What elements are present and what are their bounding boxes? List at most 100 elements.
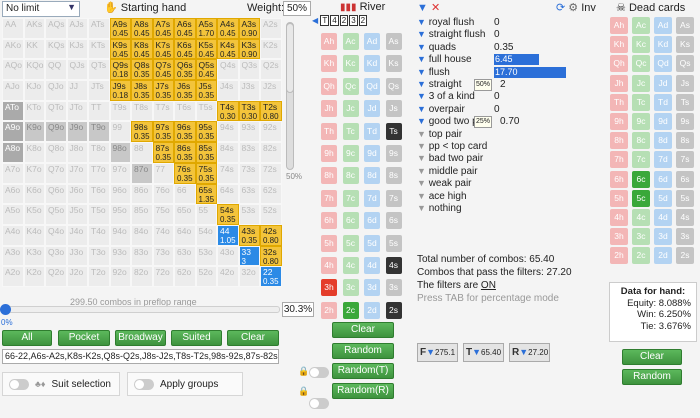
hand-cell-86o[interactable]: 86o [131, 183, 153, 205]
dead-card-2d[interactable]: 2d [654, 247, 672, 265]
hand-cell-82o[interactable]: 82o [131, 266, 153, 287]
range-percent-input[interactable]: 30.3% [282, 302, 314, 317]
hand-cell-42s[interactable]: 42s 0.80 [260, 224, 282, 246]
dead-card-5h[interactable]: 5h [610, 189, 628, 207]
hand-cell-t4s[interactable]: T4s 0.30 [217, 100, 239, 122]
board-card-js[interactable]: Js [385, 100, 402, 118]
hand-cell-t8s[interactable]: T8s [131, 100, 153, 122]
hand-cell-j7s[interactable]: J7s 0.35 [152, 80, 174, 101]
hand-cell-76s[interactable]: 76s 0.35 [174, 162, 196, 184]
board-card-td[interactable]: Td [364, 122, 380, 140]
hand-cell-66[interactable]: 66 [174, 183, 196, 205]
hand-cell-a2o[interactable]: A2o [2, 266, 24, 287]
dead-card-4c[interactable]: 4c [632, 209, 650, 226]
board-card-4h[interactable]: 4h [321, 257, 337, 274]
hand-cell-74s[interactable]: 74s [217, 162, 239, 184]
board-card-2s[interactable]: 2s [385, 301, 402, 319]
hand-cell-qjs[interactable]: QJs [66, 59, 88, 81]
hand-cell-a3o[interactable]: A3o [2, 245, 24, 267]
hand-cell-j3s[interactable]: J3s [238, 80, 260, 101]
dead-card-js[interactable]: Js [676, 74, 694, 92]
hand-cell-j5s[interactable]: J5s 0.35 [195, 80, 217, 101]
hand-cell-j9o[interactable]: J9o [66, 121, 88, 143]
board-card-jc[interactable]: Jc [342, 100, 359, 118]
hand-cell-96o[interactable]: 96o [109, 183, 131, 205]
hand-cell-kts[interactable]: KTs [88, 38, 110, 60]
board-card-3d[interactable]: 3d [364, 279, 380, 297]
dead-card-qc[interactable]: Qc [632, 55, 650, 73]
hand-cell-k8o[interactable]: K8o [23, 142, 45, 163]
hand-cell-k4o[interactable]: K4o [23, 224, 45, 246]
hand-cell-jts[interactable]: JTs [88, 80, 110, 101]
dead-card-7h[interactable]: 7h [610, 151, 628, 169]
hand-cell-94s[interactable]: 94s [217, 121, 239, 143]
dead-card-8c[interactable]: 8c [632, 132, 650, 150]
filter-row-nothing[interactable]: ▼ nothing [417, 203, 462, 215]
hand-cell-k5o[interactable]: K5o [23, 204, 45, 225]
hand-cell-jj[interactable]: JJ [66, 80, 88, 101]
hand-cell-t5o[interactable]: T5o [88, 204, 110, 225]
board-card-9s[interactable]: 9s [385, 145, 402, 162]
board-card-4d[interactable]: 4d [364, 257, 380, 274]
hand-cell-62s[interactable]: 62s [260, 183, 282, 205]
suit-selection-toggle[interactable] [9, 378, 29, 390]
game-type-select[interactable]: No limit ▼ [2, 1, 80, 17]
hand-cell-q7o[interactable]: Q7o [45, 162, 67, 184]
board-card-ah[interactable]: Ah [321, 33, 337, 50]
hand-cell-t6o[interactable]: T6o [88, 183, 110, 205]
hand-cell-a9s[interactable]: A9s 0.45 [109, 18, 131, 39]
board-card-6d[interactable]: 6d [364, 212, 380, 230]
hand-cell-ato[interactable]: ATo [2, 100, 24, 122]
filter-icon[interactable]: ▼ [417, 104, 426, 114]
hand-cell-tt[interactable]: TT [88, 100, 110, 122]
hand-cell-a3s[interactable]: A3s 0.90 [238, 18, 260, 39]
hand-cell-k3s[interactable]: K3s 0.90 [238, 38, 260, 60]
hand-cell-a8s[interactable]: A8s 0.45 [131, 18, 153, 39]
dead-card-9h[interactable]: 9h [610, 113, 628, 130]
filter-row-top-pair[interactable]: ▼ top pair [417, 129, 462, 141]
dead-card-tc[interactable]: Tc [632, 93, 650, 111]
hand-cell-k7s[interactable]: K7s 0.45 [152, 38, 174, 60]
hand-cell-t7o[interactable]: T7o [88, 162, 110, 184]
dead-clear-button[interactable]: Clear [622, 349, 682, 365]
hand-cell-77[interactable]: 77 [152, 162, 174, 184]
board-clear-button[interactable]: Clear [332, 322, 394, 338]
hand-cell-a4s[interactable]: A4s 0.45 [217, 18, 239, 39]
hand-cell-65s[interactable]: 65s 1.35 [195, 183, 217, 205]
filter-row-ace-high[interactable]: ▼ ace high [417, 191, 467, 203]
range-slider[interactable] [0, 304, 280, 315]
hand-cell-97o[interactable]: 97o [109, 162, 131, 184]
hand-cell-kto[interactable]: KTo [23, 100, 45, 122]
dead-card-4d[interactable]: 4d [654, 209, 672, 226]
random-t-toggle[interactable] [309, 367, 329, 378]
hand-cell-75o[interactable]: 75o [152, 204, 174, 225]
hand-cell-q6o[interactable]: Q6o [45, 183, 67, 205]
hand-cell-j6s[interactable]: J6s 0.35 [174, 80, 196, 101]
hand-cell-j8o[interactable]: J8o [66, 142, 88, 163]
dead-card-ah[interactable]: Ah [610, 17, 628, 34]
hand-cell-53o[interactable]: 53o [195, 245, 217, 267]
filter-icon[interactable]: ▼ [417, 116, 426, 126]
dead-card-2c[interactable]: 2c [632, 247, 650, 265]
hand-cell-t7s[interactable]: T7s [152, 100, 174, 122]
all-button[interactable]: All [2, 330, 52, 346]
dead-card-as[interactable]: As [676, 17, 694, 34]
dead-card-jc[interactable]: Jc [632, 74, 650, 92]
hand-cell-k9s[interactable]: K9s 0.45 [109, 38, 131, 60]
dead-card-ac[interactable]: Ac [632, 17, 650, 34]
hand-cell-a7s[interactable]: A7s 0.45 [152, 18, 174, 39]
dead-card-qh[interactable]: Qh [610, 55, 628, 73]
hand-cell-73s[interactable]: 73s [238, 162, 260, 184]
hand-cell-a4o[interactable]: A4o [2, 224, 24, 246]
hand-cell-q6s[interactable]: Q6s 0.35 [174, 59, 196, 81]
hand-cell-75s[interactable]: 75s 0.35 [195, 162, 217, 184]
dead-card-9d[interactable]: 9d [654, 113, 672, 130]
hand-cell-63s[interactable]: 63s [238, 183, 260, 205]
hand-cell-j5o[interactable]: J5o [66, 204, 88, 225]
hand-cell-k2s[interactable]: K2s [260, 38, 282, 60]
hand-cell-q8s[interactable]: Q8s 0.35 [131, 59, 153, 81]
board-card-5c[interactable]: 5c [342, 234, 359, 252]
board-card-8d[interactable]: 8d [364, 167, 380, 185]
hand-cell-kjs[interactable]: KJs [66, 38, 88, 60]
filter-row-middle-pair[interactable]: ▼ middle pair [417, 166, 478, 178]
